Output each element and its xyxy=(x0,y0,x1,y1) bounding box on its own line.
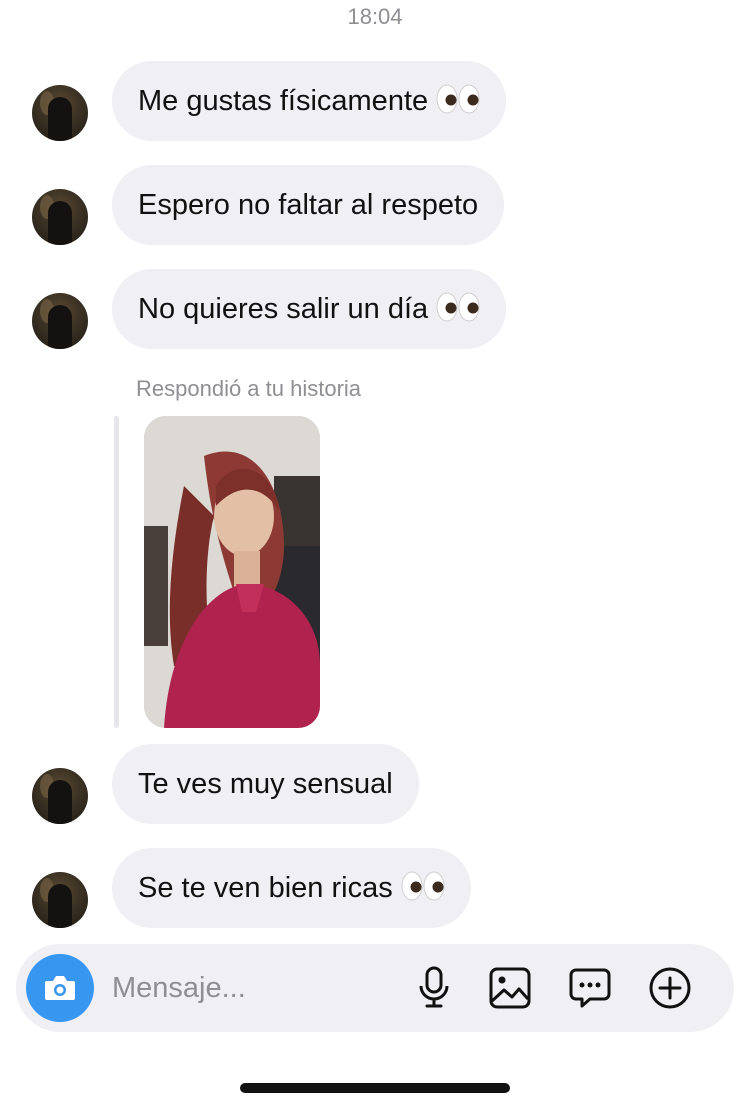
message-row: Espero no faltar al respeto xyxy=(0,165,750,245)
plus-icon xyxy=(649,967,691,1009)
sticker-chat-button[interactable] xyxy=(566,964,614,1012)
message-bubble[interactable]: Espero no faltar al respeto xyxy=(112,165,505,245)
microphone-button[interactable] xyxy=(410,964,458,1012)
message-bubble[interactable]: Se te ven bien ricas xyxy=(112,848,471,928)
story-thumbnail[interactable] xyxy=(144,416,320,728)
message-text: Espero no faltar al respeto xyxy=(138,189,479,221)
reply-quote-bar xyxy=(114,416,119,728)
camera-button[interactable] xyxy=(26,954,94,1022)
eyes-emoji-icon xyxy=(436,292,480,322)
avatar[interactable] xyxy=(32,189,88,245)
camera-icon xyxy=(45,976,75,1000)
message-bubble[interactable]: No quieres salir un día xyxy=(112,269,507,349)
avatar[interactable] xyxy=(32,768,88,824)
avatar[interactable] xyxy=(32,293,88,349)
message-text: Te ves muy sensual xyxy=(138,768,393,800)
plus-button[interactable] xyxy=(646,964,694,1012)
avatar[interactable] xyxy=(32,85,88,141)
microphone-icon xyxy=(419,966,449,1008)
message-text: Se te ven bien ricas xyxy=(138,872,393,904)
eyes-emoji-icon xyxy=(436,84,480,114)
message-composer: Mensaje... xyxy=(16,944,734,1032)
avatar[interactable] xyxy=(32,872,88,928)
message-row: Te ves muy sensual xyxy=(0,744,750,824)
gallery-button[interactable] xyxy=(486,964,534,1012)
chat-timestamp: 18:04 xyxy=(347,4,403,29)
eyes-emoji-icon xyxy=(401,871,445,901)
message-row: No quieres salir un día xyxy=(0,269,750,349)
message-bubble[interactable]: Me gustas físicamente xyxy=(112,61,507,141)
message-input[interactable]: Mensaje... xyxy=(112,944,246,1032)
sticker-chat-icon xyxy=(569,968,611,1008)
story-image xyxy=(144,416,320,728)
message-text: Me gustas físicamente xyxy=(138,85,429,117)
message-row: Me gustas físicamente xyxy=(0,61,750,141)
story-reply-label: Respondió a tu historia xyxy=(136,376,362,401)
message-bubble[interactable]: Te ves muy sensual xyxy=(112,744,419,824)
message-row: Se te ven bien ricas xyxy=(0,848,750,928)
home-indicator xyxy=(240,1083,510,1093)
message-text: No quieres salir un día xyxy=(138,293,429,325)
image-icon xyxy=(489,967,531,1009)
